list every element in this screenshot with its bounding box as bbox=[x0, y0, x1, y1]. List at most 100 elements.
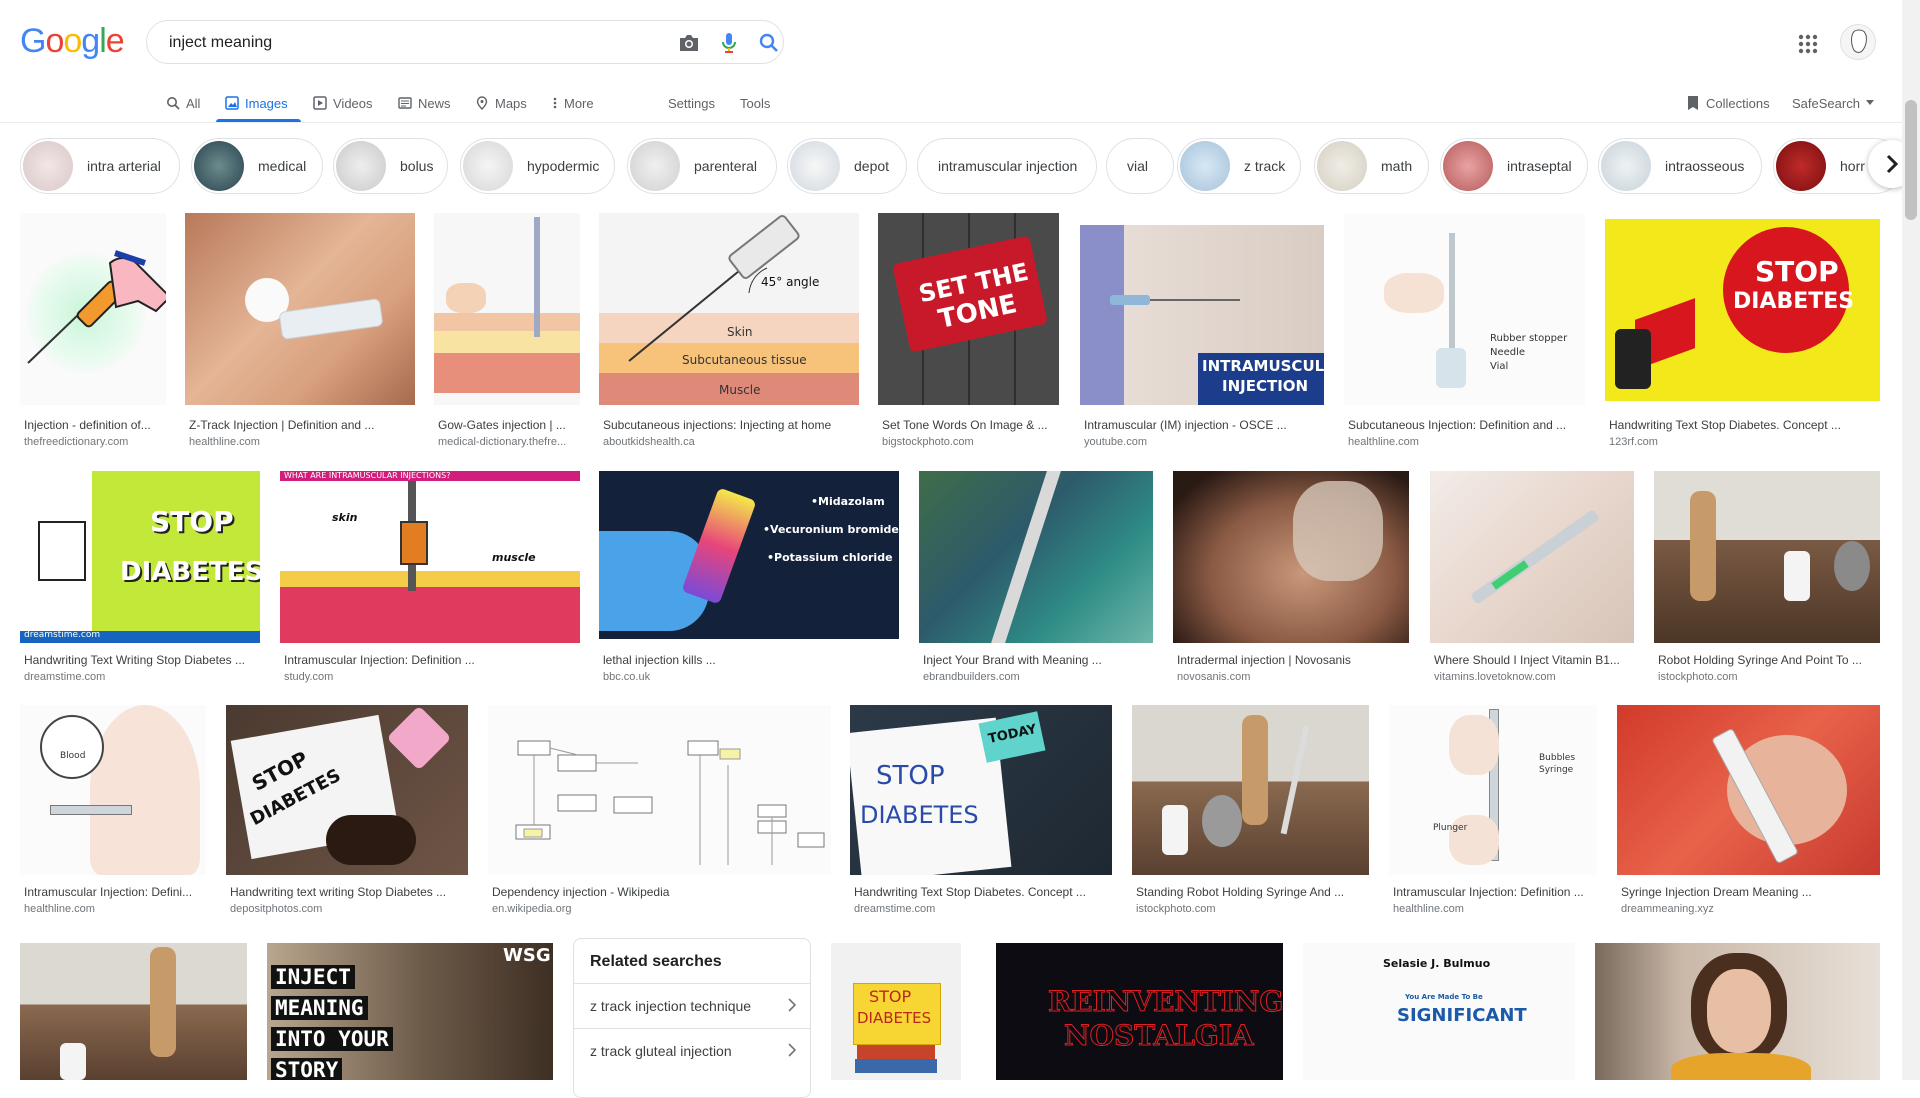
related-searches-title: Related searches bbox=[590, 953, 722, 970]
image-result[interactable]: STOP DIABETES dreamstime.com Handwriting… bbox=[20, 471, 260, 691]
search-box[interactable] bbox=[146, 20, 784, 64]
image-result[interactable]: Syringe Injection Dream Meaning ... drea… bbox=[1617, 705, 1880, 925]
image-result[interactable] bbox=[20, 943, 247, 1080]
chip-parenteral[interactable]: parenteral bbox=[627, 138, 777, 194]
image-result[interactable]: INJECT MEANING INTO YOUR STORY WSG bbox=[267, 943, 553, 1080]
tab-maps[interactable]: Maps bbox=[475, 90, 527, 116]
image-result[interactable]: SET THE TONE Set Tone Words On Image & .… bbox=[878, 213, 1059, 453]
result-caption: Intramuscular Injection: Defini... bbox=[24, 885, 193, 899]
image-label: INTRAMUSCULA bbox=[1202, 357, 1324, 375]
refinement-chips: intra arterial medical bolus hypodermic … bbox=[0, 136, 1920, 200]
image-label: MEANING bbox=[271, 996, 368, 1020]
scrollbar-thumb[interactable] bbox=[1905, 100, 1917, 220]
result-caption: Dependency injection - Wikipedia bbox=[492, 885, 670, 899]
image-result[interactable]: STOP DIABETES bbox=[831, 943, 961, 1080]
safesearch-dropdown[interactable]: SafeSearch bbox=[1792, 90, 1874, 116]
result-thumbnail: Bubbles Syringe Plunger bbox=[1389, 705, 1597, 875]
camera-icon[interactable] bbox=[677, 31, 701, 55]
collections-link[interactable]: Collections bbox=[1686, 90, 1770, 116]
result-source: en.wikipedia.org bbox=[492, 903, 572, 915]
apps-icon[interactable] bbox=[1796, 32, 1820, 56]
chip-math[interactable]: math bbox=[1314, 138, 1429, 194]
image-label: You Are Made To Be bbox=[1405, 993, 1483, 1001]
image-result[interactable]: INTRAMUSCULA INJECTION Intramuscular (IM… bbox=[1080, 213, 1324, 453]
related-search-label: z track gluteal injection bbox=[590, 1043, 732, 1059]
image-result[interactable] bbox=[1595, 943, 1880, 1080]
image-result[interactable]: REINVENTING NOSTALGIA bbox=[996, 943, 1283, 1080]
image-label: Plunger bbox=[1433, 823, 1468, 833]
result-caption: Standing Robot Holding Syringe And ... bbox=[1136, 885, 1345, 899]
image-result[interactable]: Dependency injection - Wikipedia en.wiki… bbox=[488, 705, 831, 925]
image-result[interactable]: Blood Intramuscular Injection: Defini...… bbox=[20, 705, 206, 925]
tools-link[interactable]: Tools bbox=[740, 90, 770, 116]
result-source: dreammeaning.xyz bbox=[1621, 903, 1714, 915]
image-result[interactable]: Robot Holding Syringe And Point To ... i… bbox=[1654, 471, 1880, 691]
chip-label: intramuscular injection bbox=[938, 158, 1078, 174]
chip-thumbnail bbox=[23, 141, 73, 191]
result-caption: Injection - definition of... bbox=[24, 418, 151, 432]
logo-letter: o bbox=[63, 22, 82, 60]
chip-intraosseous[interactable]: intraosseous bbox=[1598, 138, 1762, 194]
chip-intra-arterial[interactable]: intra arterial bbox=[20, 138, 180, 194]
chip-intramuscular-injection[interactable]: intramuscular injection bbox=[917, 138, 1097, 194]
image-result[interactable]: Intradermal injection | Novosanis novosa… bbox=[1173, 471, 1409, 691]
chip-medical[interactable]: medical bbox=[191, 138, 323, 194]
result-thumbnail bbox=[1132, 705, 1369, 875]
result-caption: Set Tone Words On Image & ... bbox=[882, 418, 1048, 432]
image-result[interactable]: Gow-Gates injection | ... medical-dictio… bbox=[434, 213, 580, 453]
result-thumbnail: SET THE TONE bbox=[878, 213, 1059, 405]
result-caption: Intramuscular Injection: Definition ... bbox=[1393, 885, 1584, 899]
result-source: aboutkidshealth.ca bbox=[603, 436, 695, 448]
chip-thumbnail bbox=[630, 141, 680, 191]
chip-hypodermic[interactable]: hypodermic bbox=[460, 138, 615, 194]
page-scrollbar[interactable] bbox=[1902, 0, 1920, 1080]
chip-z-track[interactable]: z track bbox=[1177, 138, 1301, 194]
chip-thumbnail bbox=[1443, 141, 1493, 191]
image-result[interactable]: Inject Your Brand with Meaning ... ebran… bbox=[919, 471, 1153, 691]
tab-news[interactable]: News bbox=[398, 90, 451, 116]
image-result[interactable]: Injection - definition of... thefreedict… bbox=[20, 213, 166, 453]
image-label: Vial bbox=[1490, 361, 1509, 372]
chip-vial[interactable]: vial bbox=[1106, 138, 1174, 194]
chip-intraseptal[interactable]: intraseptal bbox=[1440, 138, 1588, 194]
image-result[interactable]: STOP DIABETES Handwriting text writing S… bbox=[226, 705, 468, 925]
settings-link[interactable]: Settings bbox=[668, 90, 715, 116]
related-search-item[interactable]: z track gluteal injection bbox=[574, 1028, 810, 1073]
search-input[interactable] bbox=[167, 31, 631, 55]
result-caption: Robot Holding Syringe And Point To ... bbox=[1658, 653, 1862, 667]
result-thumbnail bbox=[185, 213, 415, 405]
image-result[interactable]: •Midazolam •Vecuronium bromide •Potassiu… bbox=[599, 471, 899, 691]
chip-bolus[interactable]: bolus bbox=[333, 138, 448, 194]
google-logo[interactable]: Google bbox=[20, 22, 125, 61]
image-result[interactable]: STOP DIABETES TODAY Handwriting Text Sto… bbox=[850, 705, 1112, 925]
tab-more[interactable]: More bbox=[552, 90, 594, 116]
mic-icon[interactable] bbox=[717, 31, 741, 55]
image-result[interactable]: Z-Track Injection | Definition and ... h… bbox=[185, 213, 415, 453]
chevron-right-icon bbox=[788, 998, 796, 1012]
tab-images[interactable]: Images bbox=[225, 90, 288, 116]
image-result[interactable]: WHAT ARE INTRAMUSCULAR INJECTIONS? skin … bbox=[280, 471, 580, 691]
result-source: medical-dictionary.thefre... bbox=[438, 436, 567, 448]
avatar[interactable] bbox=[1840, 24, 1876, 60]
image-result[interactable]: Rubber stopper Needle Vial Subcutaneous … bbox=[1344, 213, 1585, 453]
image-label: REINVENTING bbox=[1047, 985, 1283, 1019]
image-result[interactable]: Bubbles Syringe Plunger Intramuscular In… bbox=[1389, 705, 1597, 925]
image-result[interactable]: Standing Robot Holding Syringe And ... i… bbox=[1132, 705, 1369, 925]
result-thumbnail: REINVENTING NOSTALGIA bbox=[996, 943, 1283, 1080]
result-thumbnail: INJECT MEANING INTO YOUR STORY WSG bbox=[267, 943, 553, 1080]
search-icon[interactable] bbox=[757, 31, 781, 55]
chip-depot[interactable]: depot bbox=[787, 138, 907, 194]
related-search-item[interactable]: z track injection technique bbox=[574, 983, 810, 1028]
image-label: 45° angle bbox=[761, 275, 820, 289]
tab-videos[interactable]: Videos bbox=[313, 90, 373, 116]
image-watermark: dreamstime.com bbox=[24, 630, 101, 640]
chip-label: vial bbox=[1127, 158, 1149, 174]
image-result[interactable]: 45° angle Skin Subcutaneous tissue Muscl… bbox=[599, 213, 859, 453]
result-thumbnail: •Midazolam •Vecuronium bromide •Potassiu… bbox=[599, 471, 899, 639]
image-result[interactable]: STOP DIABETES Handwriting Text Stop Diab… bbox=[1605, 213, 1880, 453]
search-tabs: All Images Videos News Maps More Setting… bbox=[0, 84, 1920, 123]
tab-all[interactable]: All bbox=[166, 90, 200, 116]
image-result[interactable]: Where Should I Inject Vitamin B1... vita… bbox=[1430, 471, 1634, 691]
image-result[interactable]: Selasie J. Bulmuo You Are Made To Be SIG… bbox=[1303, 943, 1575, 1080]
tab-label: Maps bbox=[495, 95, 527, 111]
